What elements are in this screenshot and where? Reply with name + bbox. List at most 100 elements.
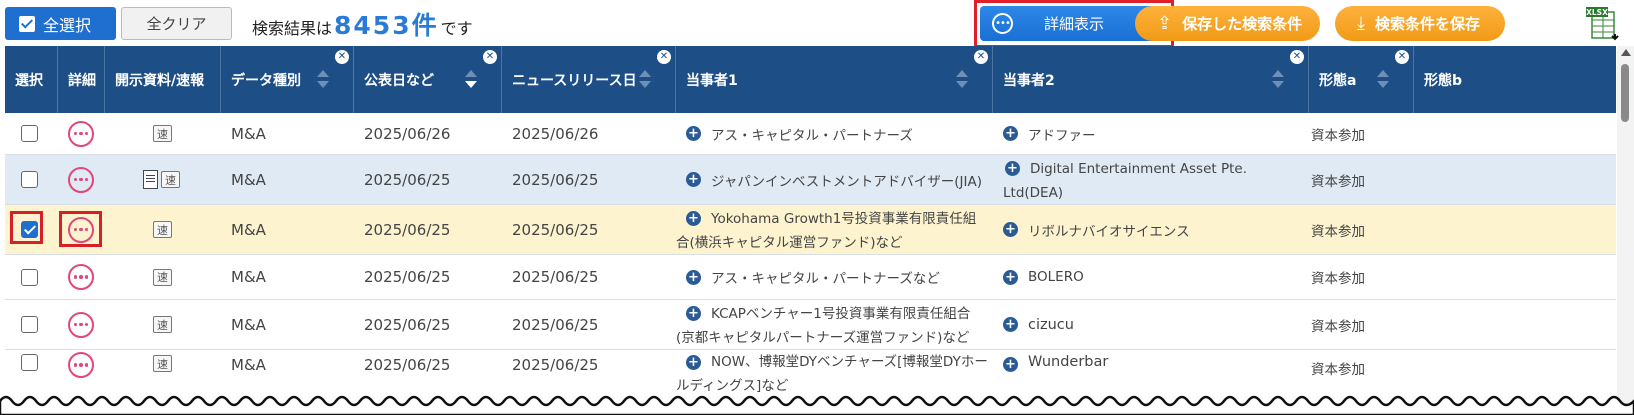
column-publish-date[interactable]: 公表日など ✕ [354,46,502,113]
expand-icon[interactable]: + [686,354,701,370]
sort-icon[interactable] [956,70,968,90]
column-form-a[interactable]: 形態a ✕ [1309,46,1414,113]
select-all-button[interactable]: 全選択 [5,7,116,40]
disclosure-cell: 速 [105,255,221,299]
more-icon[interactable] [68,120,94,147]
party2[interactable]: cizucu [1028,317,1074,333]
column-party1[interactable]: 当事者1 ✕ [676,46,993,113]
news-date: 2025/06/26 [512,124,599,143]
result-count: 8453件 [334,11,439,40]
row-checkbox[interactable] [21,171,38,188]
bulletin-icon[interactable]: 速 [153,355,172,372]
news-date: 2025/06/25 [512,170,599,189]
scroll-thumb[interactable] [1621,64,1629,122]
party1[interactable]: アス・キャピタル・パートナーズなど [711,267,940,287]
excel-export-icon[interactable]: XLSX [1584,6,1620,42]
party1-wrap: + NOW、博報堂DYベンチャーズ[博報堂DYホールディングス]など [676,350,993,398]
data-type: M&A [231,220,266,239]
party2[interactable]: アドファー [1028,124,1096,144]
party2[interactable]: Digital Entertainment Asset Pte. Ltd(DEA… [1003,161,1247,201]
table-row[interactable]: 速 M&A 2025/06/25 2025/06/25 + アス・キャピタル・パー… [5,255,1616,300]
close-icon[interactable]: ✕ [1290,50,1304,64]
party2[interactable]: Wunderbar [1028,354,1108,370]
table-row[interactable]: 速 M&A 2025/06/25 2025/06/25 + ジャパンインベストメン… [5,155,1616,205]
bulletin-icon[interactable]: 速 [161,171,180,188]
expand-icon[interactable]: + [1003,357,1018,372]
column-news-date[interactable]: ニュースリリース日 ✕ [502,46,676,113]
party2-cell: + BOLERO [993,255,1309,299]
column-disclosure[interactable]: 開示資料/速報 [105,46,221,113]
expand-icon[interactable]: + [1005,161,1020,176]
news-date: 2025/06/25 [512,268,599,286]
sort-icon[interactable] [639,70,651,90]
expand-icon[interactable]: + [686,126,701,141]
clear-all-button[interactable]: 全クリア [121,7,232,40]
bulletin-icon[interactable]: 速 [153,316,172,333]
sort-icon[interactable] [1272,70,1284,90]
more-icon[interactable] [68,166,94,193]
detail-cell [58,255,105,299]
sort-icon[interactable] [317,70,329,90]
disclosure-cell: 速 [105,300,221,349]
row-checkbox[interactable] [21,354,38,371]
expand-icon[interactable]: + [1003,269,1018,285]
party1-wrap: + Yokohama Growth1号投資事業有限責任組合(横浜キャピタル運営ファ… [676,205,993,255]
table-row[interactable]: 速 M&A 2025/06/25 2025/06/25 + KCAPベンチャー1号… [5,300,1616,350]
checkbox-highlight [10,211,43,244]
column-data-type[interactable]: データ種別 ✕ [221,46,354,113]
saved-conditions-label: 保存した検索条件 [1182,15,1303,33]
party2-cell: + リボルナバイオサイエンス [993,205,1309,254]
close-icon[interactable]: ✕ [483,50,497,64]
party1[interactable]: KCAPベンチャー1号投資事業有限責任組合(京都キャピタルパートナーズ運営ファン… [676,306,970,346]
party2[interactable]: リボルナバイオサイエンス [1028,220,1190,240]
detail-icon-highlight [59,211,102,247]
more-icon[interactable] [68,264,94,290]
bulletin-icon[interactable]: 速 [153,125,172,142]
expand-icon[interactable]: + [686,211,701,226]
expand-icon[interactable]: + [686,269,701,285]
sort-icon[interactable] [1377,70,1389,90]
close-icon[interactable]: ✕ [657,50,671,64]
sort-icon[interactable] [465,70,477,90]
select-all-label: 全選択 [43,15,92,35]
expand-icon[interactable]: + [1003,317,1018,332]
column-party2[interactable]: 当事者2 ✕ [993,46,1309,113]
party1[interactable]: ジャパンインベストメントアドバイザー(JIA) [711,170,982,190]
table-row[interactable]: 速 M&A 2025/06/26 2025/06/26 + アス・キャピタル・パー… [5,113,1616,155]
close-icon[interactable]: ✕ [1395,50,1409,64]
close-icon[interactable]: ✕ [335,50,349,64]
document-icon[interactable] [143,170,158,189]
table-header: 選択 詳細 開示資料/速報 データ種別 ✕ 公表日など ✕ ニュースリリース日 ✕ 当… [5,46,1616,113]
party1[interactable]: Yokohama Growth1号投資事業有限責任組合(横浜キャピタル運営ファン… [676,211,976,251]
save-conditions-button[interactable]: ⤓ 検索条件を保存 [1335,6,1505,41]
column-form-b[interactable]: 形態b [1414,46,1616,113]
bulletin-icon[interactable]: 速 [153,221,172,238]
table-row[interactable]: 速 M&A 2025/06/25 2025/06/25 + Yokohama Gr… [5,205,1616,255]
party1[interactable]: NOW、博報堂DYベンチャーズ[博報堂DYホールディングス]など [676,354,988,394]
toolbar: 全選択 全クリア 検索結果は 8453件 です ••• 詳細表示 ⇪ 保存した検… [0,0,1634,48]
row-checkbox[interactable] [21,268,38,286]
detail-cell [58,155,105,204]
more-icon[interactable] [68,352,94,378]
expand-icon[interactable]: + [686,172,701,187]
expand-icon[interactable]: + [1003,126,1018,141]
publish-date: 2025/06/25 [364,170,451,189]
close-icon[interactable]: ✕ [974,50,988,64]
bulletin-icon[interactable]: 速 [153,268,172,286]
party1-wrap: + KCAPベンチャー1号投資事業有限責任組合(京都キャピタルパートナーズ運営ファ… [676,300,993,350]
column-detail: 詳細 [58,46,105,113]
vertical-scrollbar[interactable] [1617,46,1634,415]
party2[interactable]: BOLERO [1028,269,1084,285]
party1-cell: + アス・キャピタル・パートナーズなど [676,255,993,299]
scroll-up-icon[interactable] [1621,49,1631,56]
download-icon: ⤓ [1357,13,1365,34]
result-suffix: です [440,19,473,38]
more-icon[interactable] [68,311,94,338]
party1[interactable]: アス・キャピタル・パートナーズ [711,124,913,144]
detail-cell [58,113,105,154]
expand-icon[interactable]: + [1003,222,1018,237]
expand-icon[interactable]: + [686,306,701,321]
saved-conditions-button[interactable]: ⇪ 保存した検索条件 [1135,6,1320,41]
row-checkbox[interactable] [21,125,38,142]
row-checkbox[interactable] [21,316,38,333]
